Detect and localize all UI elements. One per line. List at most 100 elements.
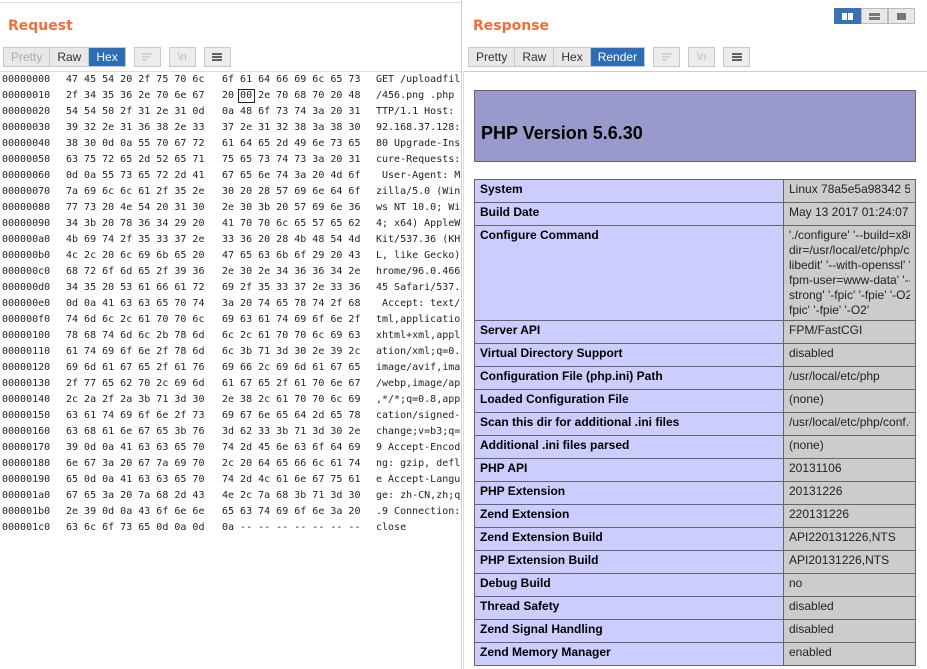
response-tab-render[interactable]: Render — [590, 48, 645, 66]
hex-bytes-right: 0a 48 6f 73 74 3a 20 31 — [222, 106, 361, 117]
hex-bytes-right: 2e 30 2e 34 36 36 34 2e — [222, 266, 361, 277]
hex-row[interactable]: 00000160 63 68 61 6e 67 65 3b 76 3d 62 33 … — [0, 424, 461, 440]
phpinfo-value: (none) — [783, 389, 916, 413]
hex-bytes-right: 3d 62 33 3b 71 3d 30 2e — [222, 426, 361, 437]
hex-row[interactable]: 00000180 6e 67 3a 20 67 7a 69 70 2c 20 64 … — [0, 456, 461, 472]
hex-row[interactable]: 000001a0 67 65 3a 20 7a 68 2d 43 4e 2c 7a … — [0, 488, 461, 504]
hex-offset: 000000d0 — [2, 282, 51, 293]
hex-row[interactable]: 00000080 77 73 20 4e 54 20 31 30 2e 30 3b … — [0, 200, 461, 216]
phpinfo-value: 220131226 — [783, 504, 916, 528]
hex-ascii: ws NT 10.0; Wi — [376, 202, 461, 213]
hex-row[interactable]: 00000130 2f 77 65 62 70 2c 69 6d 61 67 65 … — [0, 376, 461, 392]
hex-row[interactable]: 00000050 63 75 72 65 2d 52 65 71 75 65 73 … — [0, 152, 461, 168]
phpinfo-value-line: strong' '-fpic' '-fpie' '-O2' — [789, 288, 910, 302]
hex-row[interactable]: 00000010 2f 34 35 36 2e 70 6e 67 20 00 2e … — [0, 88, 461, 104]
render-view[interactable]: PHP Version 5.6.30 System Linux 78a5e5a98… — [463, 71, 927, 669]
hex-bytes-right: 0a -- -- -- -- -- -- -- — [222, 522, 361, 533]
layout-single-icon[interactable] — [888, 8, 915, 24]
wrap-icon[interactable] — [653, 47, 681, 67]
hex-row[interactable]: 000000a0 4b 69 74 2f 35 33 37 2e 33 36 20 … — [0, 232, 461, 248]
pane-divider[interactable] — [461, 0, 462, 669]
hex-bytes-left: 67 65 3a 20 7a 68 2d 43 — [66, 490, 205, 501]
hex-row[interactable]: 00000060 0d 0a 55 73 65 72 2d 41 67 65 6e … — [0, 168, 461, 184]
response-tab-raw[interactable]: Raw — [515, 48, 555, 66]
hex-row[interactable]: 00000020 54 54 50 2f 31 2e 31 0d 0a 48 6f … — [0, 104, 461, 120]
hex-offset: 00000150 — [2, 410, 51, 421]
response-tabbar: Pretty Raw Hex Render \n — [468, 47, 751, 67]
hex-ascii: ge: zh-CN,zh;q — [376, 490, 461, 501]
hex-offset: 00000140 — [2, 394, 51, 405]
hex-row[interactable]: 00000070 7a 69 6c 6c 61 2f 35 2e 30 20 28 … — [0, 184, 461, 200]
hex-bytes-right: 69 2f 35 33 37 2e 33 36 — [222, 282, 361, 293]
response-view-tabs: Pretty Raw Hex Render — [468, 47, 646, 67]
hex-offset: 00000020 — [2, 106, 51, 117]
phpinfo-value-line: 220131226 — [789, 507, 850, 521]
phpinfo-value-line: (none) — [789, 392, 824, 406]
hex-row[interactable]: 00000140 2c 2a 2f 2a 3b 71 3d 30 2e 38 2c … — [0, 392, 461, 408]
phpinfo-row: PHP Extension 20131226 — [474, 481, 916, 505]
hex-offset: 00000030 — [2, 122, 51, 133]
hex-bytes-right: 41 70 70 6c 65 57 65 62 — [222, 218, 361, 229]
hex-bytes-left: 2f 34 35 36 2e 70 6e 67 — [66, 90, 205, 101]
phpinfo-row: Debug Build no — [474, 573, 916, 597]
hex-bytes-right: 69 66 2c 69 6d 61 67 65 — [222, 362, 361, 373]
phpinfo-value: 20131226 — [783, 481, 916, 505]
hex-offset: 00000160 — [2, 426, 51, 437]
hex-ascii: User-Agent: M — [376, 170, 461, 181]
request-tab-hex[interactable]: Hex — [89, 48, 125, 66]
phpinfo-key: Zend Extension — [474, 504, 784, 528]
hex-viewer[interactable]: 00000000 47 45 54 20 2f 75 70 6c 6f 61 64 … — [0, 71, 461, 669]
hex-row[interactable]: 000000c0 68 72 6f 6d 65 2f 39 36 2e 30 2e … — [0, 264, 461, 280]
hex-row[interactable]: 00000100 78 68 74 6d 6c 2b 78 6d 6c 2c 61 … — [0, 328, 461, 344]
hex-bytes-left: 6e 67 3a 20 67 7a 69 70 — [66, 458, 205, 469]
hex-offset: 00000060 — [2, 170, 51, 181]
phpinfo-value: './configure' '--build=x86 dir=/usr/local… — [783, 225, 916, 321]
hex-ascii: .9 Connection: — [376, 506, 461, 517]
hex-row[interactable]: 00000150 63 61 74 69 6f 6e 2f 73 69 67 6e … — [0, 408, 461, 424]
phpinfo-key: PHP Extension — [474, 481, 784, 505]
layout-horizontal-icon[interactable] — [861, 8, 888, 24]
hex-row[interactable]: 00000030 39 32 2e 31 36 38 2e 33 37 2e 31 … — [0, 120, 461, 136]
menu-icon[interactable] — [723, 47, 751, 67]
hex-row[interactable]: 000000d0 34 35 20 53 61 66 61 72 69 2f 35 … — [0, 280, 461, 296]
hex-bytes-right: 4e 2c 7a 68 3b 71 3d 30 — [222, 490, 361, 501]
hex-row[interactable]: 000001b0 2e 39 0d 0a 43 6f 6e 6e 65 63 74 … — [0, 504, 461, 520]
hex-ascii: zilla/5.0 (Win — [376, 186, 461, 197]
hex-row[interactable]: 00000000 47 45 54 20 2f 75 70 6c 6f 61 64 … — [0, 72, 461, 88]
php-version-title: PHP Version 5.6.30 — [481, 123, 643, 143]
request-tab-raw[interactable]: Raw — [50, 48, 90, 66]
newline-icon[interactable]: \n — [688, 47, 716, 67]
response-tab-pretty[interactable]: Pretty — [469, 48, 516, 66]
hex-bytes-left: 78 68 74 6d 6c 2b 78 6d — [66, 330, 205, 341]
phpinfo-row: Server API FPM/FastCGI — [474, 320, 916, 344]
newline-icon[interactable]: \n — [168, 47, 196, 67]
phpinfo-row: Zend Memory Manager enabled — [474, 642, 916, 666]
hex-row[interactable]: 000000e0 0d 0a 41 63 63 65 70 74 3a 20 74 … — [0, 296, 461, 312]
phpinfo-value: 20131106 — [783, 458, 916, 482]
wrap-icon[interactable] — [133, 47, 161, 67]
phpinfo-value: API20131226,NTS — [783, 550, 916, 574]
phpinfo-value-line: dir=/usr/local/etc/php/co — [789, 243, 910, 257]
hex-row[interactable]: 00000120 69 6d 61 67 65 2f 61 76 69 66 2c … — [0, 360, 461, 376]
hex-row[interactable]: 00000090 34 3b 20 78 36 34 29 20 41 70 70 … — [0, 216, 461, 232]
hex-row[interactable]: 00000110 61 74 69 6f 6e 2f 78 6d 6c 3b 71 … — [0, 344, 461, 360]
request-tab-pretty[interactable]: Pretty — [4, 48, 51, 66]
response-tab-hex[interactable]: Hex — [554, 48, 591, 66]
menu-icon[interactable] — [203, 47, 231, 67]
hex-bytes-left: 2f 77 65 62 70 2c 69 6d — [66, 378, 205, 389]
hex-row[interactable]: 000001c0 63 6c 6f 73 65 0d 0a 0d 0a -- -- … — [0, 520, 461, 536]
hex-bytes-left: 4b 69 74 2f 35 33 37 2e — [66, 234, 205, 245]
hex-row[interactable]: 00000040 38 30 0d 0a 55 70 67 72 61 64 65 … — [0, 136, 461, 152]
hex-row[interactable]: 000000b0 4c 2c 20 6c 69 6b 65 20 47 65 63 … — [0, 248, 461, 264]
hex-offset: 00000180 — [2, 458, 51, 469]
hex-row[interactable]: 000000f0 74 6d 6c 2c 61 70 70 6c 69 63 61 … — [0, 312, 461, 328]
hex-bytes-left: 0d 0a 55 73 65 72 2d 41 — [66, 170, 205, 181]
hex-row[interactable]: 00000170 39 0d 0a 41 63 63 65 70 74 2d 45 … — [0, 440, 461, 456]
hex-ascii: close — [376, 522, 407, 533]
hex-ascii: /456.png .php — [376, 90, 461, 101]
hex-offset: 000000f0 — [2, 314, 51, 325]
phpinfo-row: Zend Signal Handling disabled — [474, 619, 916, 643]
layout-split-icon[interactable] — [834, 8, 861, 24]
hex-bytes-right: 3a 20 74 65 78 74 2f 68 — [222, 298, 361, 309]
hex-row[interactable]: 00000190 65 0d 0a 41 63 63 65 70 74 2d 4c … — [0, 472, 461, 488]
